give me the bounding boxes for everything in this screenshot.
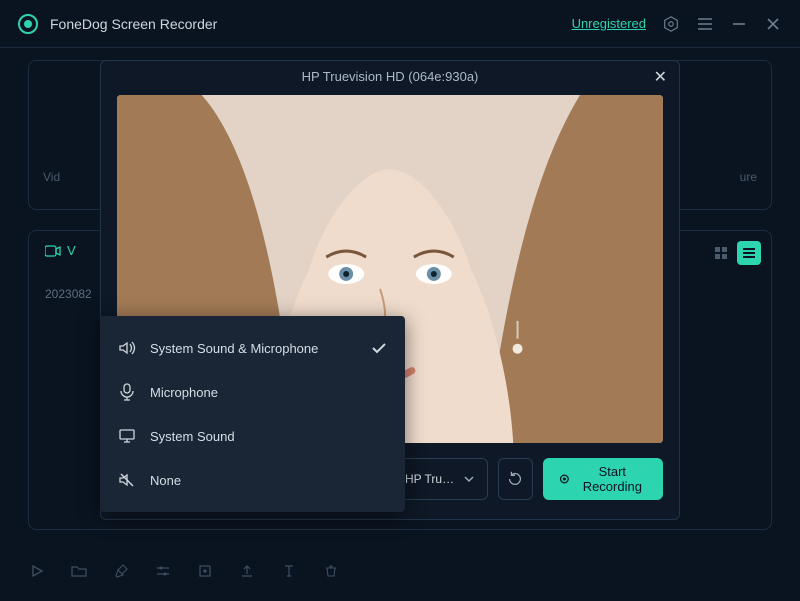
- list-view-button[interactable]: [737, 241, 761, 265]
- monitor-icon: [118, 427, 136, 445]
- bg-text-right: ure: [740, 170, 757, 184]
- speaker-muted-icon: [118, 471, 136, 489]
- grid-view-button[interactable]: [709, 241, 733, 265]
- bottom-toolbar: [28, 551, 772, 591]
- bg-tab-label: V: [67, 243, 76, 258]
- audio-option-microphone[interactable]: Microphone: [100, 370, 405, 414]
- settings-icon[interactable]: [662, 15, 680, 33]
- unregistered-link[interactable]: Unregistered: [572, 16, 646, 31]
- audio-option-label: None: [150, 473, 181, 488]
- app-name: FoneDog Screen Recorder: [50, 16, 217, 32]
- camera-dropdown[interactable]: HP Truevi...: [392, 458, 488, 500]
- checkmark-icon: [371, 340, 387, 356]
- audio-option-none[interactable]: None: [100, 458, 405, 502]
- folder-icon[interactable]: [70, 562, 88, 580]
- audio-source-menu: System Sound & Microphone Microphone Sys…: [100, 316, 405, 512]
- play-icon[interactable]: [28, 562, 46, 580]
- record-icon: [559, 472, 570, 486]
- sliders-icon[interactable]: [154, 562, 172, 580]
- menu-icon[interactable]: [696, 15, 714, 33]
- audio-option-system-mic[interactable]: System Sound & Microphone: [100, 326, 405, 370]
- edit-icon[interactable]: [112, 562, 130, 580]
- audio-option-label: Microphone: [150, 385, 218, 400]
- microphone-icon: [118, 383, 136, 401]
- camera-dropdown-label: HP Truevi...: [405, 472, 455, 486]
- t-icon[interactable]: [280, 562, 298, 580]
- bg-file-date: 2023082: [45, 287, 92, 301]
- minimize-icon[interactable]: [730, 15, 748, 33]
- titlebar: FoneDog Screen Recorder Unregistered: [0, 0, 800, 48]
- rewind-button[interactable]: [498, 458, 533, 500]
- modal-title: HP Truevision HD (064e:930a): [302, 69, 479, 84]
- audio-option-label: System Sound: [150, 429, 235, 444]
- speaker-icon: [118, 339, 136, 357]
- close-icon[interactable]: [764, 15, 782, 33]
- modal-header: HP Truevision HD (064e:930a) ✕: [101, 61, 679, 91]
- audio-option-label: System Sound & Microphone: [150, 341, 318, 356]
- app-logo: [18, 14, 38, 34]
- trash-icon[interactable]: [322, 562, 340, 580]
- start-recording-label: Start Recording: [578, 464, 647, 494]
- chevron-down-icon: [463, 473, 475, 485]
- export-icon[interactable]: [238, 562, 256, 580]
- compress-icon[interactable]: [196, 562, 214, 580]
- modal-close-icon[interactable]: ✕: [654, 67, 667, 87]
- bg-text-left: Vid: [43, 170, 60, 184]
- audio-option-system[interactable]: System Sound: [100, 414, 405, 458]
- start-recording-button[interactable]: Start Recording: [543, 458, 663, 500]
